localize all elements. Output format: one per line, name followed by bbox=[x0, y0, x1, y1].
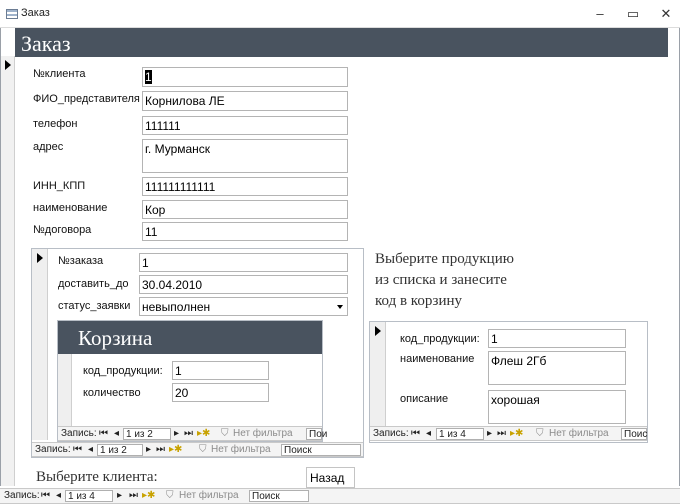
main-nav-label: Запись: bbox=[4, 490, 40, 501]
close-button[interactable]: ✕ bbox=[657, 5, 675, 23]
status-label: статус_заявки bbox=[58, 300, 131, 312]
form-title: Заказ bbox=[21, 31, 71, 56]
client-id-label: №клиента bbox=[33, 68, 86, 80]
window-title: Заказ bbox=[21, 7, 50, 19]
minimize-button[interactable]: ‒ bbox=[591, 5, 609, 23]
client-id-field[interactable]: 1 bbox=[142, 67, 348, 87]
last-record-icon[interactable]: ⏭ bbox=[156, 444, 165, 455]
last-record-icon[interactable]: ⏭ bbox=[184, 428, 193, 439]
instruction-line-1: Выберите продукцию bbox=[375, 251, 514, 267]
status-value: невыполнен bbox=[142, 300, 211, 314]
deliver-by-label: доставить_до bbox=[58, 278, 129, 290]
representative-label: ФИО_представителя bbox=[33, 93, 140, 105]
title-bar bbox=[0, 0, 680, 28]
order-id-field[interactable]: 1 bbox=[139, 253, 348, 272]
product-instruction: Выберите продукцию из списка и занесите … bbox=[375, 249, 514, 312]
phone-field[interactable]: 111111 bbox=[142, 116, 348, 135]
back-button[interactable]: Назад bbox=[306, 467, 355, 488]
new-record-icon[interactable]: ▸✱ bbox=[169, 444, 182, 455]
inn-kpp-field[interactable]: 111111111111 bbox=[142, 177, 348, 196]
name-label: наименование bbox=[33, 202, 108, 214]
record-selector-strip[interactable] bbox=[1, 56, 15, 486]
cart-nav-search[interactable]: Пои bbox=[306, 428, 327, 440]
new-record-icon[interactable]: ▸✱ bbox=[510, 428, 523, 439]
name-field[interactable]: Кор bbox=[142, 200, 348, 219]
next-record-icon[interactable]: ▸ bbox=[117, 490, 122, 501]
order-nav-label: Запись: bbox=[35, 444, 71, 455]
cart-product-code-field[interactable]: 1 bbox=[172, 361, 269, 380]
product-description-label: описание bbox=[400, 393, 449, 405]
product-code-label: код_продукции: bbox=[400, 333, 480, 345]
product-name-field[interactable]: Флеш 2Гб bbox=[488, 351, 626, 385]
order-nav-search[interactable]: Поиск bbox=[281, 444, 361, 456]
cart-nav-filter[interactable]: Нет фильтра bbox=[233, 428, 293, 439]
next-record-icon[interactable]: ▸ bbox=[487, 428, 492, 439]
product-nav-search[interactable]: Поис bbox=[621, 428, 647, 440]
product-nav-filter[interactable]: Нет фильтра bbox=[549, 428, 609, 439]
order-nav-position[interactable]: 1 из 2 bbox=[97, 444, 143, 456]
first-record-icon[interactable]: ⏮ bbox=[99, 428, 108, 439]
main-nav-search[interactable]: Поиск bbox=[249, 490, 309, 502]
contract-label: №договора bbox=[33, 224, 92, 236]
inn-kpp-label: ИНН_КПП bbox=[33, 180, 86, 192]
chevron-down-icon[interactable] bbox=[337, 305, 343, 309]
filter-icon[interactable]: ⛉ bbox=[221, 428, 229, 439]
cart-quantity-field[interactable]: 20 bbox=[172, 383, 269, 402]
filter-icon[interactable]: ⛉ bbox=[199, 444, 207, 455]
product-code-field[interactable]: 1 bbox=[488, 329, 626, 348]
cart-product-code-label: код_продукции: bbox=[83, 365, 163, 377]
prev-record-icon[interactable]: ◂ bbox=[114, 428, 119, 439]
address-label: адрес bbox=[33, 141, 64, 153]
representative-field[interactable]: Корнилова ЛЕ bbox=[142, 91, 348, 111]
product-record-selector[interactable] bbox=[370, 322, 386, 426]
new-record-icon[interactable]: ▸✱ bbox=[142, 490, 155, 501]
instruction-line-3: код в корзину bbox=[375, 293, 462, 309]
form-icon bbox=[6, 9, 18, 19]
cart-record-selector[interactable] bbox=[58, 354, 72, 426]
prev-record-icon[interactable]: ◂ bbox=[56, 490, 61, 501]
order-id-label: №заказа bbox=[58, 255, 104, 267]
client-id-value: 1 bbox=[145, 70, 152, 84]
deliver-by-field[interactable]: 30.04.2010 bbox=[139, 275, 348, 294]
current-record-arrow-icon bbox=[5, 60, 11, 70]
product-nav-label: Запись: bbox=[373, 428, 409, 439]
main-nav-filter[interactable]: Нет фильтра bbox=[179, 490, 239, 501]
first-record-icon[interactable]: ⏮ bbox=[41, 490, 50, 501]
status-select[interactable]: невыполнен bbox=[139, 297, 348, 316]
cart-quantity-label: количество bbox=[83, 387, 141, 399]
cart-nav-position[interactable]: 1 из 2 bbox=[123, 428, 171, 440]
next-record-icon[interactable]: ▸ bbox=[146, 444, 151, 455]
order-record-selector[interactable] bbox=[32, 249, 48, 440]
product-description-field[interactable]: хорошая bbox=[488, 390, 626, 424]
filter-icon[interactable]: ⛉ bbox=[166, 490, 174, 501]
address-field[interactable]: г. Мурманск bbox=[142, 139, 348, 173]
order-record-navigator: Запись: ⏮ ◂ 1 из 2 ▸ ⏭ ▸✱ ⛉ Нет фильтра … bbox=[32, 442, 363, 457]
order-current-record-arrow-icon bbox=[37, 253, 43, 263]
order-nav-filter[interactable]: Нет фильтра bbox=[211, 444, 271, 455]
instruction-line-2: из списка и занесите bbox=[375, 272, 507, 288]
client-prompt: Выберите клиента: bbox=[36, 469, 158, 485]
product-current-record-arrow-icon bbox=[375, 326, 381, 336]
maximize-button[interactable]: ▭ bbox=[624, 5, 642, 23]
last-record-icon[interactable]: ⏭ bbox=[497, 428, 506, 439]
last-record-icon[interactable]: ⏭ bbox=[129, 490, 138, 501]
new-record-icon[interactable]: ▸✱ bbox=[197, 428, 210, 439]
product-nav-position[interactable]: 1 из 4 bbox=[436, 428, 484, 440]
first-record-icon[interactable]: ⏮ bbox=[411, 428, 420, 439]
main-nav-position[interactable]: 1 из 4 bbox=[65, 490, 113, 502]
product-name-label: наименование bbox=[400, 353, 475, 365]
first-record-icon[interactable]: ⏮ bbox=[73, 444, 82, 455]
contract-field[interactable]: 11 bbox=[142, 222, 348, 241]
next-record-icon[interactable]: ▸ bbox=[174, 428, 179, 439]
filter-icon[interactable]: ⛉ bbox=[536, 428, 544, 439]
prev-record-icon[interactable]: ◂ bbox=[88, 444, 93, 455]
prev-record-icon[interactable]: ◂ bbox=[426, 428, 431, 439]
main-record-navigator: Запись: ⏮ ◂ 1 из 4 ▸ ⏭ ▸✱ ⛉ Нет фильтра … bbox=[0, 488, 680, 504]
phone-label: телефон bbox=[33, 118, 78, 130]
cart-title: Корзина bbox=[78, 326, 153, 350]
cart-nav-label: Запись: bbox=[61, 428, 97, 439]
product-record-navigator: Запись: ⏮ ◂ 1 из 4 ▸ ⏭ ▸✱ ⛉ Нет фильтра … bbox=[370, 426, 647, 441]
form-header bbox=[15, 28, 668, 57]
cart-record-navigator: Запись: ⏮ ◂ 1 из 2 ▸ ⏭ ▸✱ ⛉ Нет фильтра … bbox=[58, 426, 327, 441]
